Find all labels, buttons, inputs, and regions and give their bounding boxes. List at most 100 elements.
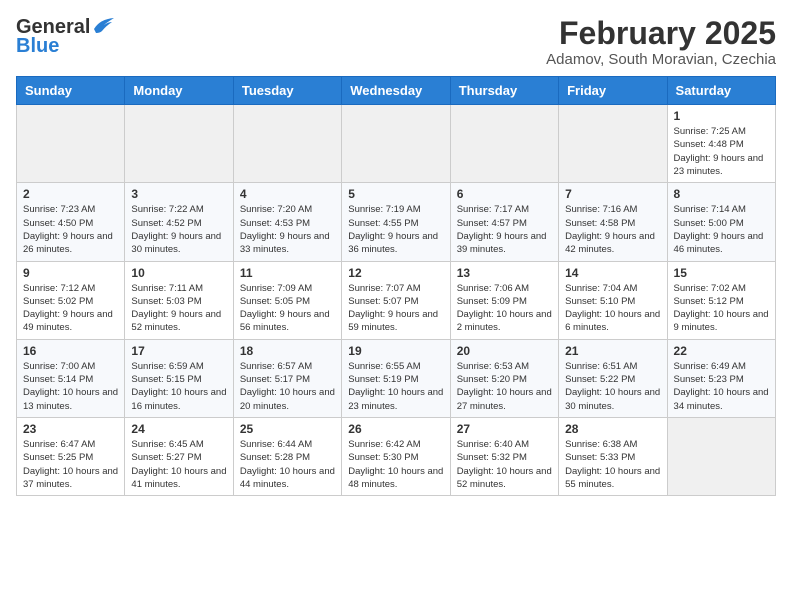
calendar-week-row: 1 Sunrise: 7:25 AM Sunset: 4:48 PM Daylig… — [17, 105, 776, 183]
weekday-header: Tuesday — [233, 77, 341, 105]
day-info: Sunrise: 7:06 AM Sunset: 5:09 PM Dayligh… — [457, 282, 552, 335]
day-info: Sunrise: 7:09 AM Sunset: 5:05 PM Dayligh… — [240, 282, 335, 335]
logo-blue: Blue — [16, 35, 59, 58]
day-number: 23 — [23, 422, 118, 436]
calendar-cell: 11 Sunrise: 7:09 AM Sunset: 5:05 PM Dayli… — [233, 261, 341, 339]
day-number: 20 — [457, 344, 552, 358]
day-number: 14 — [565, 266, 660, 280]
day-info: Sunrise: 6:55 AM Sunset: 5:19 PM Dayligh… — [348, 360, 443, 413]
calendar-cell: 13 Sunrise: 7:06 AM Sunset: 5:09 PM Dayli… — [450, 261, 558, 339]
calendar-cell — [125, 105, 233, 183]
weekday-header: Monday — [125, 77, 233, 105]
calendar-week-row: 2 Sunrise: 7:23 AM Sunset: 4:50 PM Daylig… — [17, 183, 776, 261]
calendar-cell: 4 Sunrise: 7:20 AM Sunset: 4:53 PM Daylig… — [233, 183, 341, 261]
day-number: 12 — [348, 266, 443, 280]
day-info: Sunrise: 6:53 AM Sunset: 5:20 PM Dayligh… — [457, 360, 552, 413]
day-info: Sunrise: 7:00 AM Sunset: 5:14 PM Dayligh… — [23, 360, 118, 413]
weekday-header: Sunday — [17, 77, 125, 105]
calendar-cell: 1 Sunrise: 7:25 AM Sunset: 4:48 PM Daylig… — [667, 105, 775, 183]
day-number: 6 — [457, 187, 552, 201]
day-number: 4 — [240, 187, 335, 201]
day-info: Sunrise: 7:25 AM Sunset: 4:48 PM Dayligh… — [674, 125, 769, 178]
day-info: Sunrise: 7:07 AM Sunset: 5:07 PM Dayligh… — [348, 282, 443, 335]
calendar-cell: 22Sunrise: 6:49 AM Sunset: 5:23 PM Dayli… — [667, 339, 775, 417]
calendar-cell: 21Sunrise: 6:51 AM Sunset: 5:22 PM Dayli… — [559, 339, 667, 417]
day-info: Sunrise: 7:12 AM Sunset: 5:02 PM Dayligh… — [23, 282, 118, 335]
calendar-cell: 5 Sunrise: 7:19 AM Sunset: 4:55 PM Daylig… — [342, 183, 450, 261]
calendar-week-row: 16 Sunrise: 7:00 AM Sunset: 5:14 PM Dayli… — [17, 339, 776, 417]
calendar-cell: 27 Sunrise: 6:40 AM Sunset: 5:32 PM Dayli… — [450, 417, 558, 495]
day-info: Sunrise: 7:04 AM Sunset: 5:10 PM Dayligh… — [565, 282, 660, 335]
calendar-cell — [559, 105, 667, 183]
day-number: 11 — [240, 266, 335, 280]
day-info: Sunrise: 6:38 AM Sunset: 5:33 PM Dayligh… — [565, 438, 660, 491]
day-number: 13 — [457, 266, 552, 280]
weekday-header: Saturday — [667, 77, 775, 105]
day-number: 27 — [457, 422, 552, 436]
calendar-week-row: 9Sunrise: 7:12 AM Sunset: 5:02 PM Daylig… — [17, 261, 776, 339]
calendar-cell: 10 Sunrise: 7:11 AM Sunset: 5:03 PM Dayli… — [125, 261, 233, 339]
day-info: Sunrise: 7:19 AM Sunset: 4:55 PM Dayligh… — [348, 203, 443, 256]
day-info: Sunrise: 7:22 AM Sunset: 4:52 PM Dayligh… — [131, 203, 226, 256]
title-block: February 2025 Adamov, South Moravian, Cz… — [546, 16, 776, 68]
day-number: 10 — [131, 266, 226, 280]
day-info: Sunrise: 7:23 AM Sunset: 4:50 PM Dayligh… — [23, 203, 118, 256]
day-number: 5 — [348, 187, 443, 201]
day-info: Sunrise: 6:45 AM Sunset: 5:27 PM Dayligh… — [131, 438, 226, 491]
day-number: 15 — [674, 266, 769, 280]
day-info: Sunrise: 6:44 AM Sunset: 5:28 PM Dayligh… — [240, 438, 335, 491]
calendar-cell — [233, 105, 341, 183]
weekday-header: Friday — [559, 77, 667, 105]
calendar-cell: 26Sunrise: 6:42 AM Sunset: 5:30 PM Dayli… — [342, 417, 450, 495]
day-info: Sunrise: 7:11 AM Sunset: 5:03 PM Dayligh… — [131, 282, 226, 335]
page-header: General Blue February 2025 Adamov, South… — [16, 16, 776, 68]
location-title: Adamov, South Moravian, Czechia — [546, 51, 776, 68]
day-number: 28 — [565, 422, 660, 436]
calendar-cell — [450, 105, 558, 183]
day-info: Sunrise: 6:40 AM Sunset: 5:32 PM Dayligh… — [457, 438, 552, 491]
day-info: Sunrise: 6:57 AM Sunset: 5:17 PM Dayligh… — [240, 360, 335, 413]
day-number: 8 — [674, 187, 769, 201]
day-info: Sunrise: 7:14 AM Sunset: 5:00 PM Dayligh… — [674, 203, 769, 256]
calendar-cell — [342, 105, 450, 183]
calendar-cell: 3 Sunrise: 7:22 AM Sunset: 4:52 PM Daylig… — [125, 183, 233, 261]
day-number: 19 — [348, 344, 443, 358]
calendar-cell — [17, 105, 125, 183]
calendar-cell — [667, 417, 775, 495]
calendar-cell: 19 Sunrise: 6:55 AM Sunset: 5:19 PM Dayli… — [342, 339, 450, 417]
day-number: 3 — [131, 187, 226, 201]
day-number: 7 — [565, 187, 660, 201]
day-number: 17 — [131, 344, 226, 358]
day-number: 24 — [131, 422, 226, 436]
weekday-header: Thursday — [450, 77, 558, 105]
calendar-cell: 25 Sunrise: 6:44 AM Sunset: 5:28 PM Dayli… — [233, 417, 341, 495]
day-info: Sunrise: 7:02 AM Sunset: 5:12 PM Dayligh… — [674, 282, 769, 335]
calendar-cell: 16 Sunrise: 7:00 AM Sunset: 5:14 PM Dayli… — [17, 339, 125, 417]
calendar-cell: 23 Sunrise: 6:47 AM Sunset: 5:25 PM Dayli… — [17, 417, 125, 495]
day-info: Sunrise: 7:16 AM Sunset: 4:58 PM Dayligh… — [565, 203, 660, 256]
calendar-table: SundayMondayTuesdayWednesdayThursdayFrid… — [16, 76, 776, 496]
calendar-cell: 12 Sunrise: 7:07 AM Sunset: 5:07 PM Dayli… — [342, 261, 450, 339]
calendar-cell: 15 Sunrise: 7:02 AM Sunset: 5:12 PM Dayli… — [667, 261, 775, 339]
day-number: 2 — [23, 187, 118, 201]
day-number: 26 — [348, 422, 443, 436]
day-info: Sunrise: 6:47 AM Sunset: 5:25 PM Dayligh… — [23, 438, 118, 491]
calendar-cell: 28 Sunrise: 6:38 AM Sunset: 5:33 PM Dayli… — [559, 417, 667, 495]
calendar-cell: 17Sunrise: 6:59 AM Sunset: 5:15 PM Dayli… — [125, 339, 233, 417]
day-info: Sunrise: 6:49 AM Sunset: 5:23 PM Dayligh… — [674, 360, 769, 413]
day-number: 25 — [240, 422, 335, 436]
day-info: Sunrise: 7:17 AM Sunset: 4:57 PM Dayligh… — [457, 203, 552, 256]
day-number: 1 — [674, 109, 769, 123]
calendar-cell: 7 Sunrise: 7:16 AM Sunset: 4:58 PM Daylig… — [559, 183, 667, 261]
day-info: Sunrise: 7:20 AM Sunset: 4:53 PM Dayligh… — [240, 203, 335, 256]
calendar-cell: 6 Sunrise: 7:17 AM Sunset: 4:57 PM Daylig… — [450, 183, 558, 261]
calendar-cell: 20 Sunrise: 6:53 AM Sunset: 5:20 PM Dayli… — [450, 339, 558, 417]
month-title: February 2025 — [546, 16, 776, 51]
calendar-cell: 8 Sunrise: 7:14 AM Sunset: 5:00 PM Daylig… — [667, 183, 775, 261]
day-number: 16 — [23, 344, 118, 358]
calendar-header-row: SundayMondayTuesdayWednesdayThursdayFrid… — [17, 77, 776, 105]
weekday-header: Wednesday — [342, 77, 450, 105]
logo-bird-icon — [92, 17, 114, 35]
day-number: 18 — [240, 344, 335, 358]
day-number: 21 — [565, 344, 660, 358]
